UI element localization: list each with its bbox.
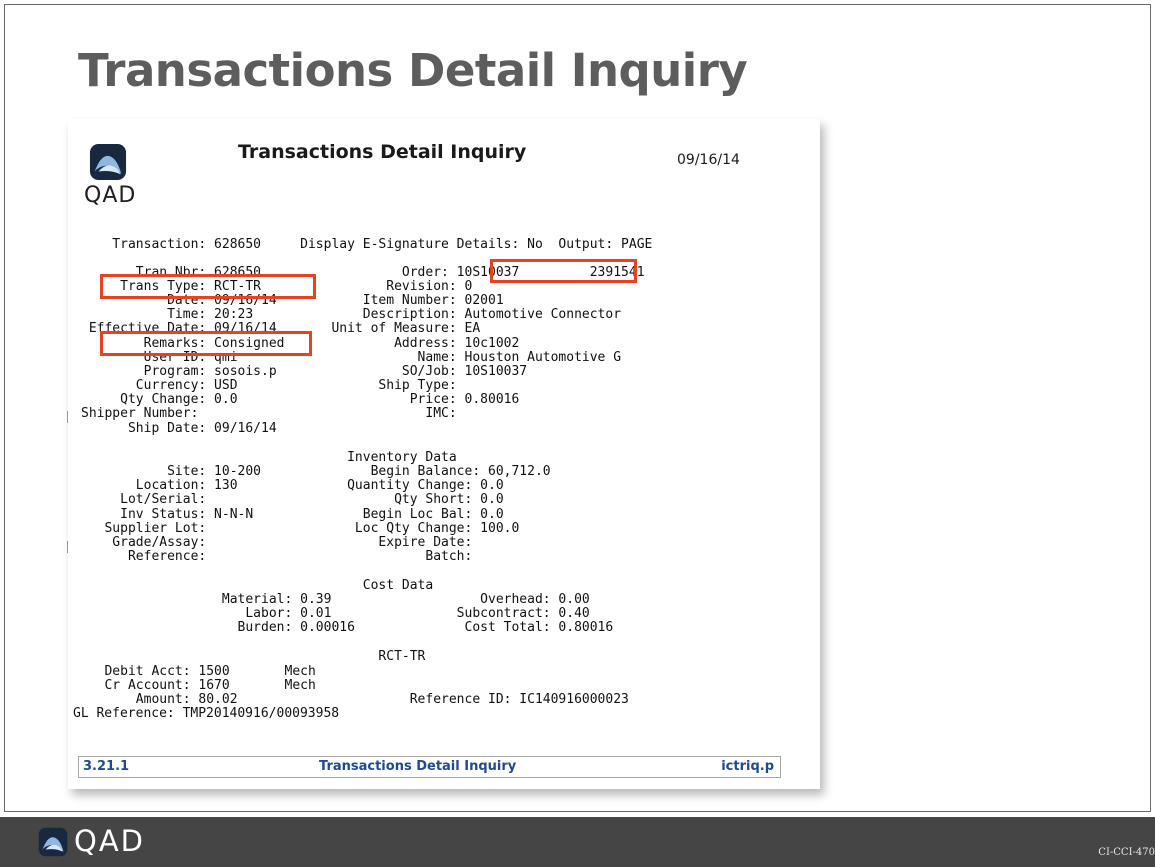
time-line: Time: 20:23 Description: Automotive Conn…: [81, 307, 622, 322]
report-logo-text: QAD: [84, 183, 137, 208]
report-screenshot: QAD Transactions Detail Inquiry 09/16/14…: [68, 119, 820, 789]
qad-logo-icon: [38, 827, 68, 857]
material-line: Material: 0.39 Overhead: 0.00: [81, 592, 590, 607]
debit-acct-line: Debit Acct: 1500 Mech: [81, 664, 316, 679]
slide-id: CI-CCI-470: [1098, 847, 1155, 858]
cost-data-heading: Cost Data: [81, 578, 434, 593]
amount-line: Amount: 80.02 Reference ID: IC1409160000…: [81, 692, 629, 707]
report-logo: QAD: [84, 143, 150, 209]
reference-line: Reference: Batch:: [81, 549, 473, 564]
grade-assay-line: Grade/Assay: Expire Date:: [81, 535, 473, 550]
left-edge-tick: [67, 411, 68, 423]
lot-serial-line: Lot/Serial: Qty Short: 0.0: [81, 492, 504, 507]
footer-brand: QAD: [74, 824, 145, 858]
order-highlight-box: [490, 259, 637, 283]
location-line: Location: 130 Quantity Change: 0.0: [81, 478, 504, 493]
currency-line: Currency: USD Ship Type:: [81, 378, 457, 393]
gl-reference-line: GL Reference: TMP20140916/00093958: [73, 706, 340, 721]
report-footer-bar: 3.21.1 Transactions Detail Inquiry ictri…: [78, 756, 781, 778]
program-file: ictriq.p: [721, 759, 774, 774]
supplier-lot-line: Supplier Lot: Loc Qty Change: 100.0: [81, 521, 520, 536]
cr-account-line: Cr Account: 1670 Mech: [81, 678, 316, 693]
qty-change-line: Qty Change: 0.0 Price: 0.80016: [81, 392, 520, 407]
burden-line: Burden: 0.00016 Cost Total: 0.80016: [81, 620, 614, 635]
report-date: 09/16/14: [677, 152, 740, 168]
transaction-line: Transaction: 628650 Display E-Signature …: [81, 237, 653, 252]
inventory-data-heading: Inventory Data: [81, 450, 457, 465]
menu-number: 3.21.1: [83, 759, 130, 774]
labor-line: Labor: 0.01 Subcontract: 0.40: [81, 606, 590, 621]
program-line: Program: sosois.p SO/Job: 10S10037: [81, 364, 528, 379]
slide-footer-bar: QAD CI-CCI-470: [0, 817, 1155, 867]
program-title: Transactions Detail Inquiry: [319, 759, 517, 774]
footer-logo: QAD: [38, 824, 208, 859]
inv-status-line: Inv Status: N-N-N Begin Loc Bal: 0.0: [81, 507, 504, 522]
ship-date-line: Ship Date: 09/16/14: [81, 421, 277, 436]
shipper-number-line: Shipper Number: IMC:: [81, 406, 457, 421]
rct-tr-heading: RCT-TR: [81, 649, 426, 664]
trans-type-highlight-box: [100, 274, 316, 299]
left-edge-tick: [67, 541, 68, 553]
remarks-highlight-box: [100, 331, 312, 356]
site-line: Site: 10-200 Begin Balance: 60,712.0: [81, 464, 551, 479]
slide-title: Transactions Detail Inquiry: [78, 44, 748, 97]
report-heading: Transactions Detail Inquiry: [238, 141, 527, 163]
qad-logo-icon: [89, 143, 127, 181]
